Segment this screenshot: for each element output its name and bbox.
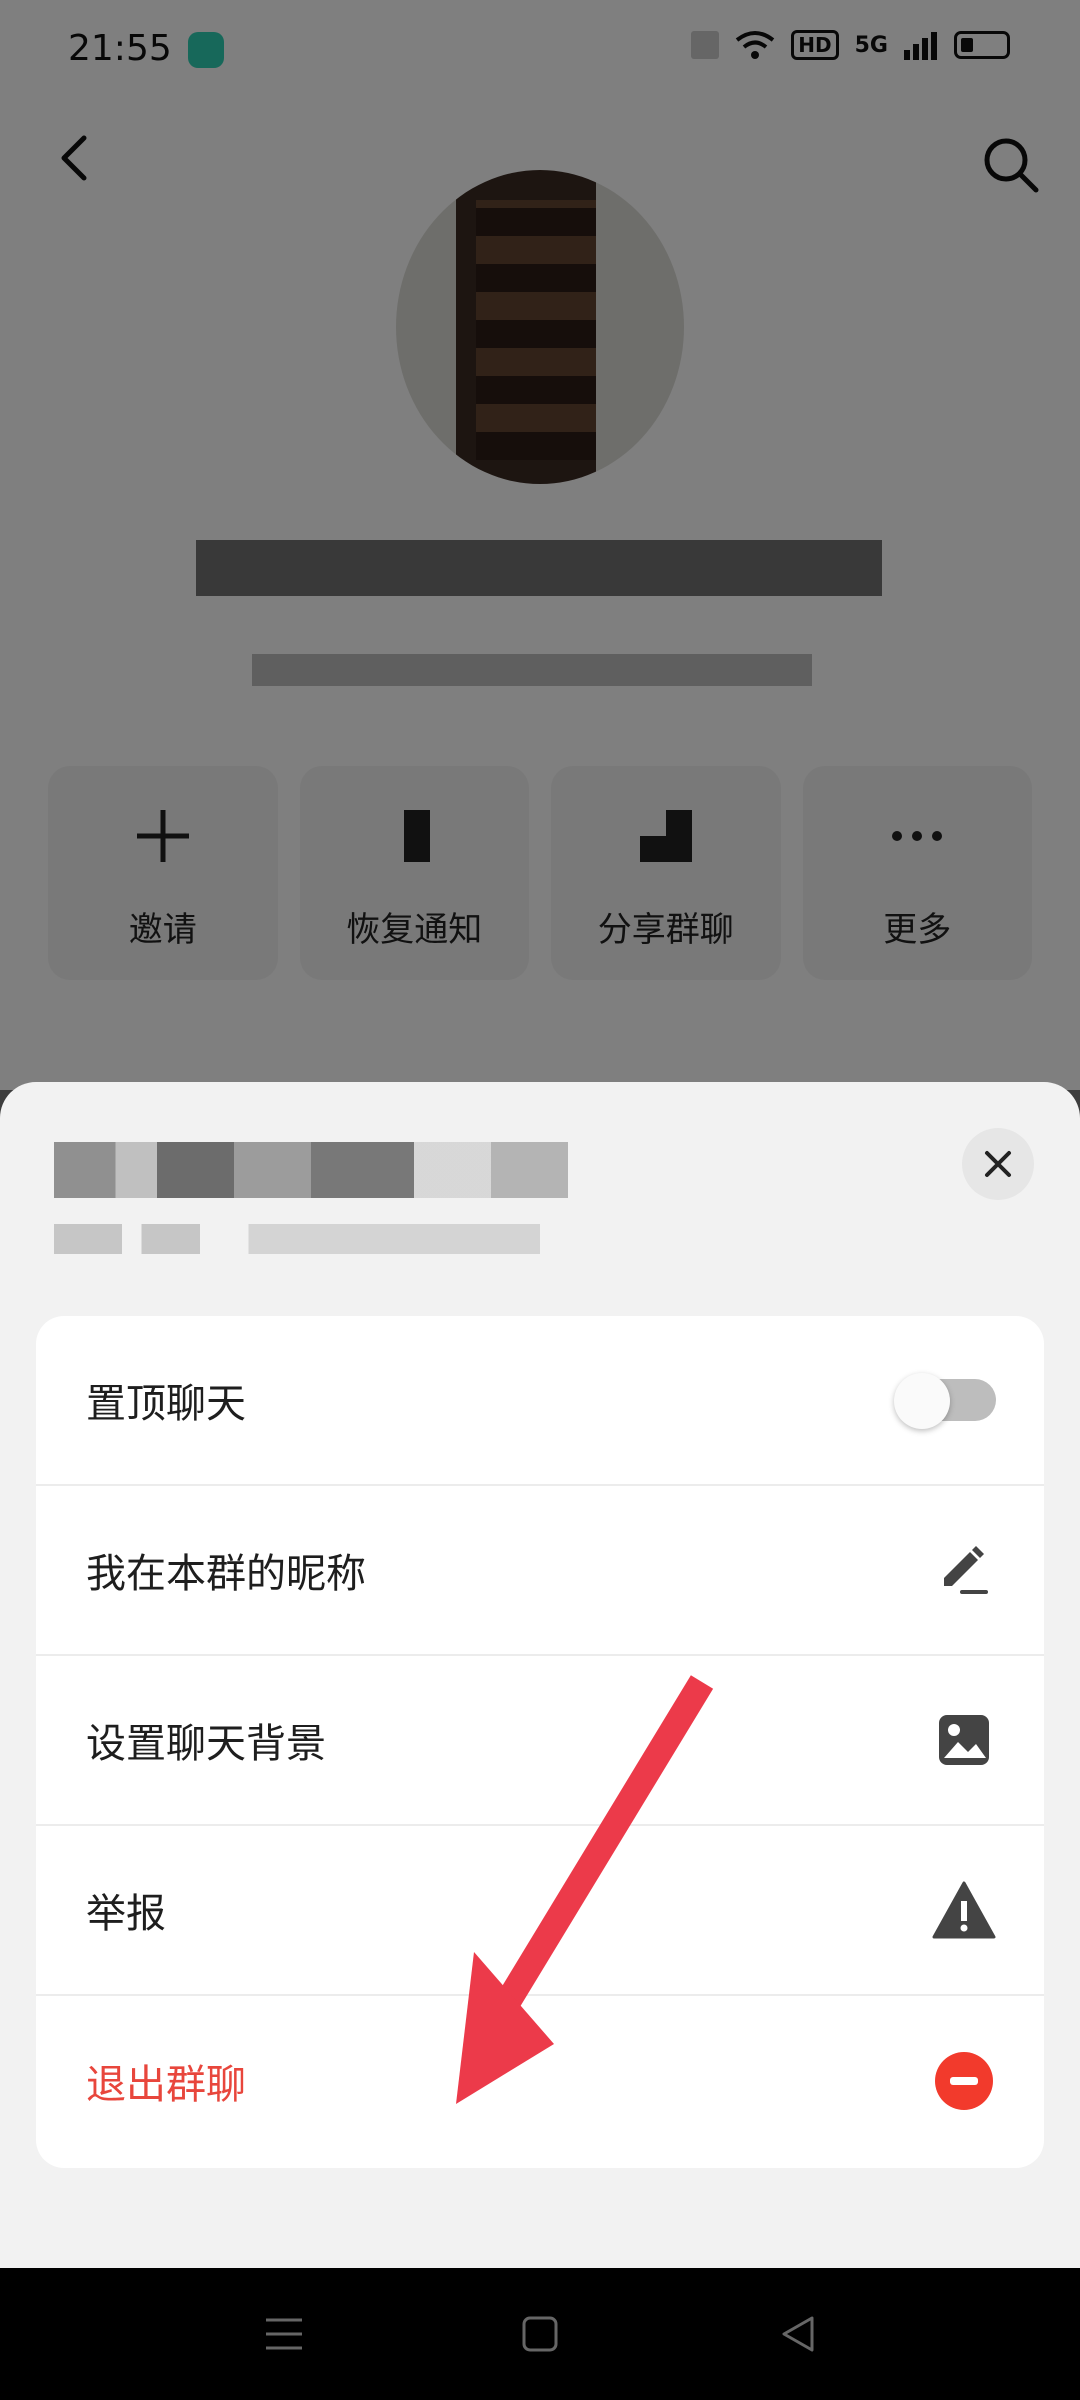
back-icon[interactable] xyxy=(776,2312,820,2356)
pin-chat-row[interactable]: 置顶聊天 xyxy=(36,1316,1044,1486)
more-button[interactable]: 更多 xyxy=(802,766,1032,980)
battery-icon xyxy=(954,31,1010,59)
hd-badge: HD xyxy=(791,30,839,60)
report-label: 举报 xyxy=(86,1891,166,1937)
close-button[interactable] xyxy=(962,1128,1034,1200)
redacted-sheet-subtitle xyxy=(54,1224,540,1254)
menu-icon[interactable] xyxy=(262,2312,306,2356)
invite-label: 邀请 xyxy=(128,910,197,950)
group-profile-page: 21:55 HD 5G 邀请 恢复通知 分享群聊 更多 xyxy=(0,0,1080,1090)
app-notification-icon xyxy=(188,32,224,68)
redacted-group-name xyxy=(196,540,882,596)
restore-notifications-label: 恢复通知 xyxy=(346,910,483,950)
pencil-icon xyxy=(932,1538,996,1602)
leave-group-label: 退出群聊 xyxy=(86,2062,246,2108)
wifi-icon xyxy=(736,31,775,59)
pin-chat-label: 置顶聊天 xyxy=(86,1381,246,1427)
redacted-sheet-title xyxy=(54,1142,568,1198)
system-navigation-bar xyxy=(0,2268,1080,2400)
group-nickname-row[interactable]: 我在本群的昵称 xyxy=(36,1486,1044,1656)
more-icon xyxy=(887,806,947,866)
group-avatar[interactable] xyxy=(396,170,684,484)
status-bar: 21:55 HD 5G xyxy=(0,0,1080,100)
minus-circle-icon xyxy=(932,2049,996,2113)
report-row[interactable]: 举报 xyxy=(36,1826,1044,1996)
bell-icon xyxy=(384,806,444,866)
image-icon xyxy=(932,1708,996,1772)
search-icon[interactable] xyxy=(980,134,1040,194)
redacted-group-subtitle xyxy=(252,654,812,686)
more-label: 更多 xyxy=(883,910,952,950)
group-nickname-label: 我在本群的昵称 xyxy=(86,1551,366,1597)
share-group-button[interactable]: 分享群聊 xyxy=(551,766,781,980)
invite-button[interactable]: 邀请 xyxy=(48,766,278,980)
warning-icon xyxy=(932,1878,996,1942)
restore-notifications-button[interactable]: 恢复通知 xyxy=(299,766,529,980)
toggle-knob xyxy=(894,1373,950,1429)
pin-chat-toggle[interactable] xyxy=(894,1373,996,1429)
close-icon xyxy=(985,1151,1011,1177)
share-group-label: 分享群聊 xyxy=(597,910,734,950)
signal-icon xyxy=(904,32,937,60)
settings-list: 置顶聊天 我在本群的昵称 设置聊天背景 举报 退出群聊 xyxy=(36,1316,1044,2168)
notification-icon xyxy=(691,31,720,59)
network-label: 5G xyxy=(854,32,888,58)
plus-icon xyxy=(133,806,193,866)
leave-group-row[interactable]: 退出群聊 xyxy=(36,1996,1044,2166)
back-arrow-icon[interactable] xyxy=(52,134,100,182)
home-icon[interactable] xyxy=(518,2312,562,2356)
chat-background-label: 设置聊天背景 xyxy=(86,1721,326,1767)
quick-actions: 邀请 恢复通知 分享群聊 更多 xyxy=(48,766,1032,980)
status-icons: HD 5G xyxy=(691,30,1010,60)
share-icon xyxy=(636,806,696,866)
chat-background-row[interactable]: 设置聊天背景 xyxy=(36,1656,1044,1826)
group-settings-sheet: 置顶聊天 我在本群的昵称 设置聊天背景 举报 退出群聊 xyxy=(0,1082,1080,2268)
status-time: 21:55 xyxy=(68,28,172,69)
